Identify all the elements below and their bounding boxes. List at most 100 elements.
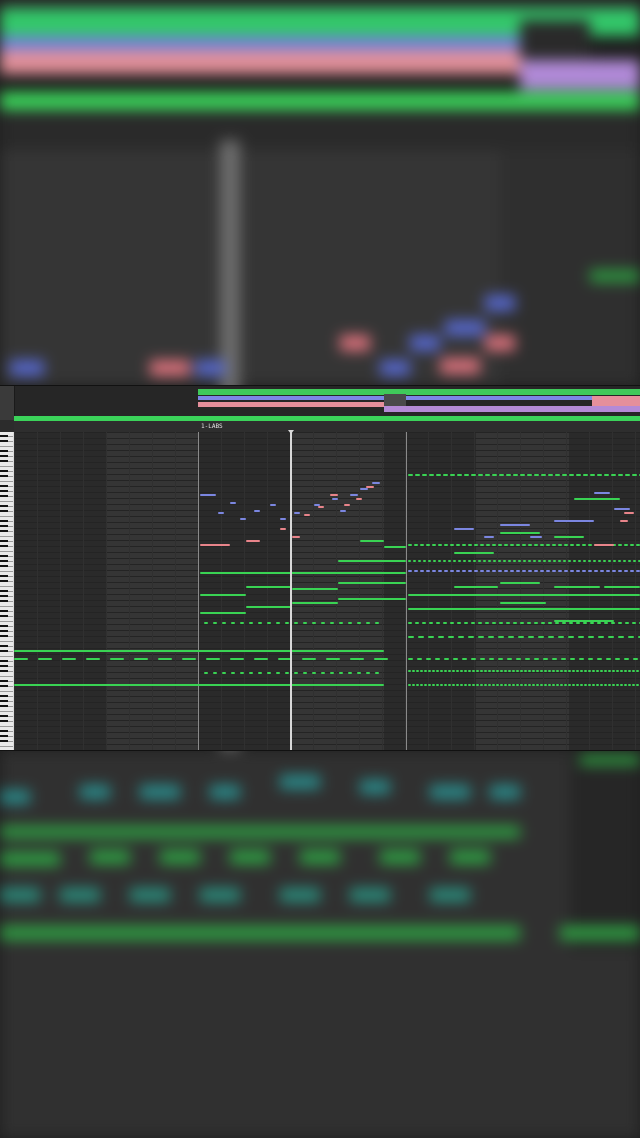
midi-note[interactable]: [408, 636, 414, 638]
midi-note[interactable]: [276, 672, 280, 674]
midi-note[interactable]: [534, 570, 538, 572]
midi-note[interactable]: [624, 684, 627, 686]
midi-note[interactable]: [62, 658, 76, 660]
midi-note[interactable]: [285, 672, 289, 674]
midi-note[interactable]: [498, 544, 502, 546]
midi-note[interactable]: [450, 570, 454, 572]
midi-note[interactable]: [555, 622, 559, 624]
midi-note[interactable]: [158, 658, 172, 660]
midi-note[interactable]: [492, 544, 496, 546]
midi-note[interactable]: [457, 622, 461, 624]
midi-note[interactable]: [134, 658, 148, 660]
midi-note[interactable]: [292, 588, 338, 590]
midi-note[interactable]: [246, 586, 292, 588]
midi-note[interactable]: [428, 670, 431, 672]
midi-note[interactable]: [476, 684, 479, 686]
midi-note[interactable]: [618, 636, 624, 638]
midi-note[interactable]: [408, 622, 412, 624]
midi-note[interactable]: [438, 570, 442, 572]
midi-note[interactable]: [471, 474, 476, 476]
clip-lane-green[interactable]: [198, 389, 640, 395]
midi-note[interactable]: [618, 622, 622, 624]
midi-note[interactable]: [592, 684, 595, 686]
midi-note[interactable]: [554, 620, 614, 622]
midi-note[interactable]: [423, 560, 426, 562]
midi-note[interactable]: [508, 560, 511, 562]
midi-note[interactable]: [520, 684, 523, 686]
midi-note[interactable]: [611, 474, 616, 476]
midi-note[interactable]: [568, 684, 571, 686]
midi-note[interactable]: [258, 672, 262, 674]
clip-lane-blue-2[interactable]: [406, 396, 592, 400]
midi-note[interactable]: [564, 544, 568, 546]
playhead-marker-icon[interactable]: [288, 430, 294, 434]
midi-note[interactable]: [516, 658, 521, 660]
midi-note[interactable]: [603, 560, 606, 562]
midi-note[interactable]: [294, 622, 298, 624]
midi-note[interactable]: [522, 544, 526, 546]
midi-note[interactable]: [408, 670, 411, 672]
midi-note[interactable]: [321, 622, 325, 624]
midi-note[interactable]: [507, 658, 512, 660]
midi-note[interactable]: [472, 684, 475, 686]
midi-note[interactable]: [222, 622, 226, 624]
midi-note[interactable]: [339, 672, 343, 674]
midi-note[interactable]: [432, 670, 435, 672]
midi-note[interactable]: [444, 670, 447, 672]
midi-note[interactable]: [332, 498, 338, 500]
midi-note[interactable]: [429, 622, 433, 624]
midi-note[interactable]: [366, 622, 370, 624]
midi-note[interactable]: [457, 474, 462, 476]
midi-note[interactable]: [206, 658, 220, 660]
midi-note[interactable]: [633, 560, 636, 562]
midi-note[interactable]: [553, 560, 556, 562]
midi-note[interactable]: [569, 474, 574, 476]
midi-note[interactable]: [534, 658, 539, 660]
midi-note[interactable]: [462, 570, 466, 572]
midi-note[interactable]: [618, 544, 622, 546]
midi-note[interactable]: [456, 570, 460, 572]
midi-note[interactable]: [604, 474, 609, 476]
midi-note[interactable]: [534, 622, 538, 624]
midi-note[interactable]: [350, 494, 358, 496]
midi-note[interactable]: [489, 658, 494, 660]
midi-note[interactable]: [618, 570, 622, 572]
midi-note[interactable]: [578, 560, 581, 562]
midi-note[interactable]: [456, 544, 460, 546]
midi-note[interactable]: [533, 560, 536, 562]
midi-note[interactable]: [480, 658, 485, 660]
midi-note[interactable]: [500, 524, 530, 526]
midi-note[interactable]: [444, 658, 449, 660]
midi-note[interactable]: [504, 670, 507, 672]
midi-note[interactable]: [340, 510, 346, 512]
midi-note[interactable]: [338, 598, 406, 600]
midi-note[interactable]: [584, 670, 587, 672]
midi-note[interactable]: [582, 570, 586, 572]
midi-note[interactable]: [478, 474, 483, 476]
midi-note[interactable]: [523, 560, 526, 562]
midi-note[interactable]: [558, 570, 562, 572]
midi-note[interactable]: [628, 636, 634, 638]
midi-note[interactable]: [576, 570, 580, 572]
midi-note[interactable]: [498, 570, 502, 572]
midi-note[interactable]: [485, 474, 490, 476]
midi-note[interactable]: [416, 670, 419, 672]
midi-note[interactable]: [440, 684, 443, 686]
midi-note[interactable]: [554, 586, 600, 588]
midi-note[interactable]: [604, 684, 607, 686]
midi-note[interactable]: [438, 636, 444, 638]
midi-note[interactable]: [478, 622, 482, 624]
midi-note[interactable]: [375, 672, 379, 674]
midi-note[interactable]: [222, 672, 226, 674]
midi-note[interactable]: [604, 586, 640, 588]
midi-note[interactable]: [500, 532, 540, 534]
midi-note[interactable]: [453, 658, 458, 660]
midi-note[interactable]: [552, 684, 555, 686]
midi-note[interactable]: [458, 560, 461, 562]
midi-note[interactable]: [492, 622, 496, 624]
midi-note[interactable]: [454, 528, 474, 530]
midi-note[interactable]: [468, 684, 471, 686]
midi-note[interactable]: [632, 684, 635, 686]
midi-note[interactable]: [508, 684, 511, 686]
midi-note[interactable]: [636, 570, 640, 572]
